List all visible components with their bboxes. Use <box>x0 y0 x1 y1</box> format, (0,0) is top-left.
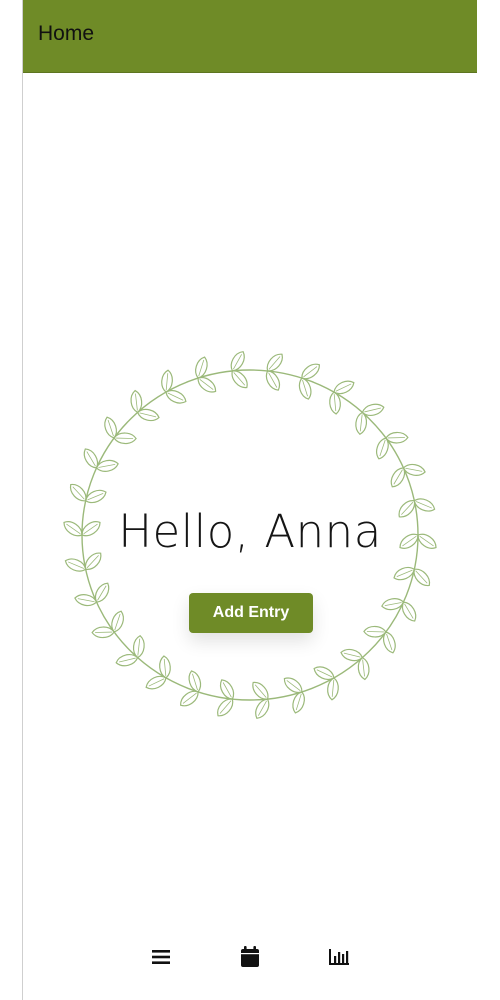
bottom-nav <box>23 935 477 980</box>
calendar-icon[interactable] <box>236 943 264 971</box>
bar-chart-icon[interactable] <box>325 943 353 971</box>
greeting-text: Hello, Anna <box>118 505 382 558</box>
page-title: Home <box>38 22 95 45</box>
app-header: Home <box>23 0 477 73</box>
right-margin <box>477 0 500 1000</box>
add-entry-button[interactable]: Add Entry <box>189 593 313 633</box>
left-border <box>0 0 23 1000</box>
menu-icon[interactable] <box>147 943 175 971</box>
